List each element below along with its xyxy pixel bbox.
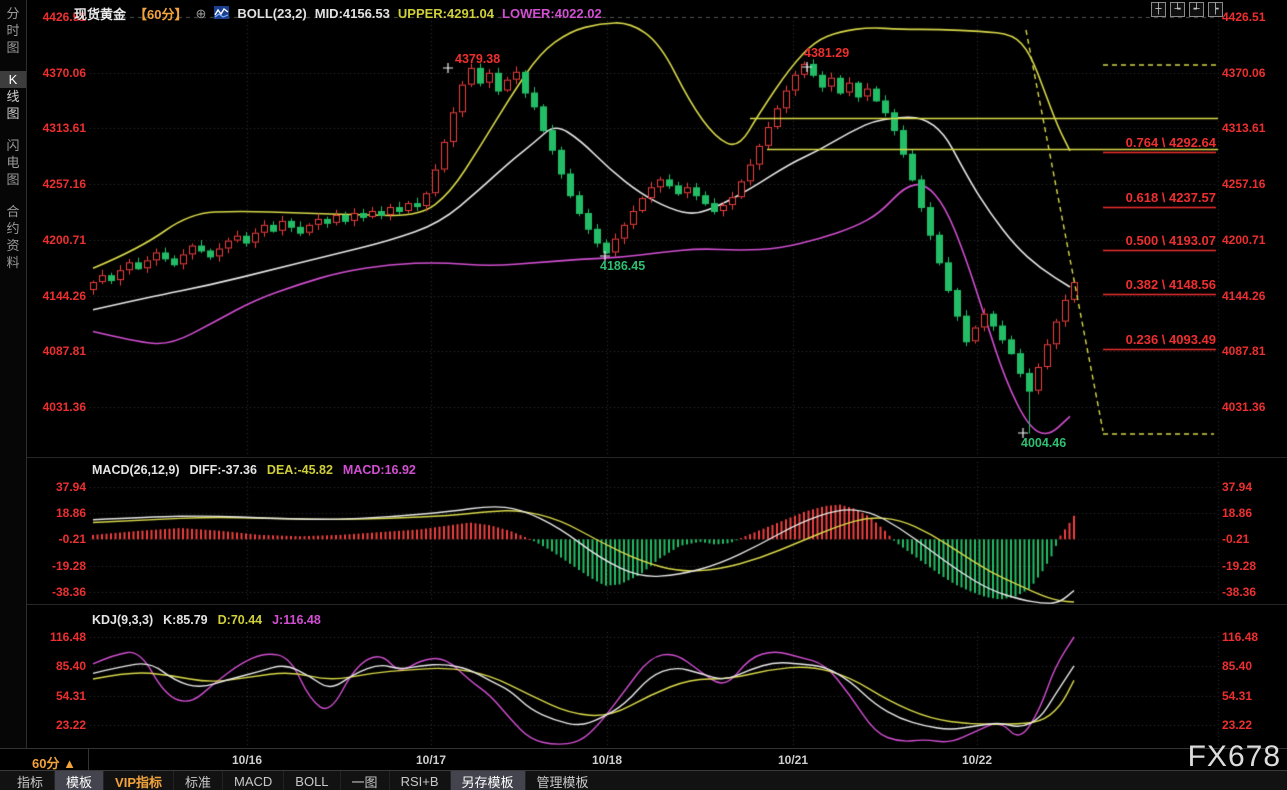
indicator-name: BOLL(23,2) (237, 6, 307, 21)
price-annotation: 4004.46 (1021, 436, 1067, 450)
crosshair-icon[interactable]: ┼ (1151, 2, 1166, 17)
fib-level-label: 0.500 \ 4193.07 (1125, 233, 1216, 249)
kdj-axis-label-left: 23.22 (55, 718, 86, 732)
fib-level-label: 0.764 \ 4292.64 (1125, 135, 1216, 151)
axis-scale-left-icon[interactable]: ┶ (1170, 2, 1185, 17)
indicator-tabbar: 指标 模板 VIP指标 标准 MACD BOLL 一图 RSI+B 另存模板 管理模板 (0, 770, 1287, 790)
tab-管理模板[interactable]: 管理模板 (524, 771, 600, 790)
indicator-add-icon[interactable]: ⊕ (195, 6, 206, 22)
price-axis-label-right: 4087.81 (1222, 344, 1266, 359)
macd-axis-label-right: 37.94 (1222, 479, 1253, 494)
x-axis-date-label: 10/21 (777, 753, 809, 767)
macd-axis-label-left: 37.94 (55, 479, 86, 494)
boll-lower-value: LOWER:4022.02 (502, 6, 602, 21)
x-axis-date-label: 10/17 (415, 753, 447, 767)
boll-upper-value: UPPER:4291.04 (397, 6, 495, 21)
x-axis-date-label: 10/22 (961, 753, 993, 767)
price-axis-label-left: 4200.71 (42, 232, 86, 247)
chart-type-sidebar: 分时图 K线图闪电图合约资料 (0, 0, 27, 748)
price-axis-label-left: 4313.61 (42, 121, 86, 136)
macd-axis-label-right: -0.21 (1222, 532, 1250, 547)
pan-right-icon[interactable]: ┝ (1208, 2, 1223, 17)
price-axis-label-right: 4257.16 (1222, 177, 1266, 192)
kdj-axis-label-right: 116.48 (1222, 630, 1259, 644)
price-annotation: 4381.29 (804, 46, 850, 60)
kdj-j-value: J:116.48 (272, 613, 321, 627)
macd-axis-label-right: -38.36 (1222, 584, 1257, 599)
panel-separator (0, 457, 1287, 458)
kdj-axis-label-right: 23.22 (1222, 718, 1253, 732)
kdj-axis-label-left: 54.31 (55, 688, 86, 703)
trading-app-window: 分时图 K线图闪电图合约资料 现货黄金 【60分】 ⊕ BOLL(23,2) MI… (0, 0, 1287, 790)
kdj-axis-label-right: 85.40 (1222, 659, 1253, 674)
kdj-d-value: D:70.44 (217, 613, 263, 627)
price-annotation: 4186.45 (600, 259, 646, 273)
macd-panel-title: MACD(26,12,9) DIFF:-37.36 DEA:-45.82 MAC… (92, 463, 426, 477)
kdj-axis-label-right: 54.31 (1222, 688, 1253, 703)
macd-axis-label-right: 18.86 (1222, 506, 1253, 521)
status-row-divider (88, 748, 89, 770)
kdj-k-value: K:85.79 (163, 613, 208, 627)
tab-RSI+B[interactable]: RSI+B (388, 771, 450, 790)
macd-axis-label-left: -38.36 (51, 584, 86, 599)
kdj-title: KDJ(9,3,3) (92, 613, 154, 627)
tab-指标[interactable]: 指标 (6, 771, 54, 790)
price-axis-label-right: 4426.51 (1222, 10, 1266, 24)
sidebar-item-K线图[interactable]: K线图 (0, 71, 26, 122)
macd-diff-value: DIFF:-37.36 (189, 463, 257, 477)
macd-axis-label-right: -19.28 (1222, 558, 1257, 573)
x-axis-date-label: 10/18 (591, 753, 623, 767)
sidebar-item-闪电图[interactable]: 闪电图 (0, 137, 26, 188)
macd-title: MACD(26,12,9) (92, 463, 180, 477)
boll-mid-value: MID:4156.53 (314, 6, 390, 21)
macd-hist-value: MACD:16.92 (342, 463, 416, 477)
kdj-axis-label-left: 85.40 (55, 659, 86, 674)
price-axis-label-right: 4200.71 (1222, 232, 1266, 247)
panel-separator (0, 604, 1287, 605)
price-axis-label-right: 4144.26 (1222, 288, 1266, 303)
price-annotation: 4379.38 (455, 52, 501, 66)
tab-一图[interactable]: 一图 (339, 771, 389, 790)
fib-level-label: 0.236 \ 4093.49 (1125, 331, 1216, 347)
price-axis-label-right: 4370.06 (1222, 65, 1266, 80)
axis-scale-right-icon[interactable]: ┵ (1189, 2, 1204, 17)
tab-MACD[interactable]: MACD (222, 771, 283, 790)
period-label: 【60分】 (134, 7, 188, 22)
panel-separator (0, 748, 1287, 749)
macd-axis-label-left: -19.28 (51, 558, 86, 573)
kdj-panel-title: KDJ(9,3,3) K:85.79 D:70.44 J:116.48 (92, 613, 331, 627)
tab-BOLL[interactable]: BOLL (283, 771, 339, 790)
price-axis-label-left: 4144.26 (42, 288, 86, 303)
price-axis-label-right: 4031.36 (1222, 400, 1266, 415)
kdj-axis-label-left: 116.48 (49, 630, 86, 644)
symbol-name: 现货黄金 (74, 7, 127, 22)
price-axis-label-left: 4257.16 (42, 177, 86, 192)
macd-axis-label-left: -0.21 (58, 532, 86, 547)
macd-dea-value: DEA:-45.82 (266, 463, 333, 477)
chart-toolbar: ┼ ┶ ┵ ┝ (1151, 2, 1223, 17)
x-axis-date-label: 10/16 (231, 753, 263, 767)
sidebar-item-分时图[interactable]: 分时图 (0, 5, 26, 56)
tab-另存模板[interactable]: 另存模板 (449, 771, 525, 790)
tab-VIP指标[interactable]: VIP指标 (103, 771, 173, 790)
boll-indicator-icon[interactable] (214, 5, 230, 22)
fib-level-label: 0.618 \ 4237.57 (1125, 189, 1216, 205)
fib-level-label: 0.382 \ 4148.56 (1125, 277, 1216, 293)
fx678-watermark: FX678 (1187, 740, 1281, 773)
tab-模板[interactable]: 模板 (54, 771, 104, 790)
price-axis-label-left: 4031.36 (42, 400, 86, 415)
price-axis-label-left: 4370.06 (42, 65, 86, 80)
price-axis-label-left: 4087.81 (42, 344, 86, 359)
price-axis-label-right: 4313.61 (1222, 121, 1266, 136)
tab-标准[interactable]: 标准 (173, 771, 222, 790)
sidebar-item-合约资料[interactable]: 合约资料 (0, 203, 26, 271)
macd-axis-label-left: 18.86 (55, 506, 86, 521)
chart-header: 现货黄金 【60分】 ⊕ BOLL(23,2) MID:4156.53 UPPE… (74, 4, 610, 23)
price-chart-canvas[interactable] (0, 0, 1287, 790)
